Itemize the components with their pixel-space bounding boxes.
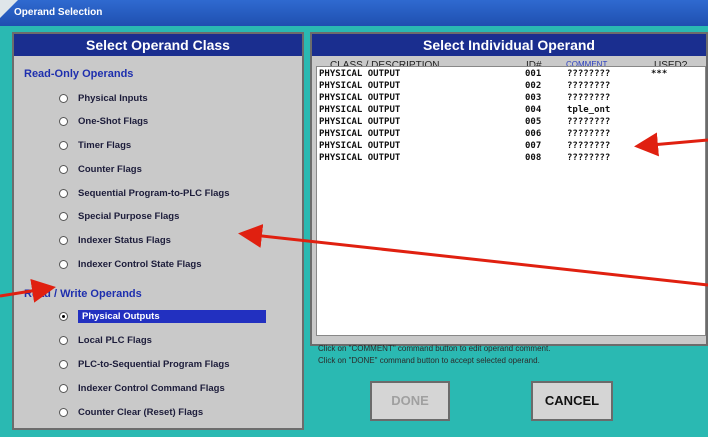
arrow-to-indexer-status: [238, 224, 708, 287]
arrow-to-comment: [634, 132, 708, 157]
arrow-to-physical-outputs: [0, 278, 56, 303]
annotation-arrows: [0, 132, 708, 303]
